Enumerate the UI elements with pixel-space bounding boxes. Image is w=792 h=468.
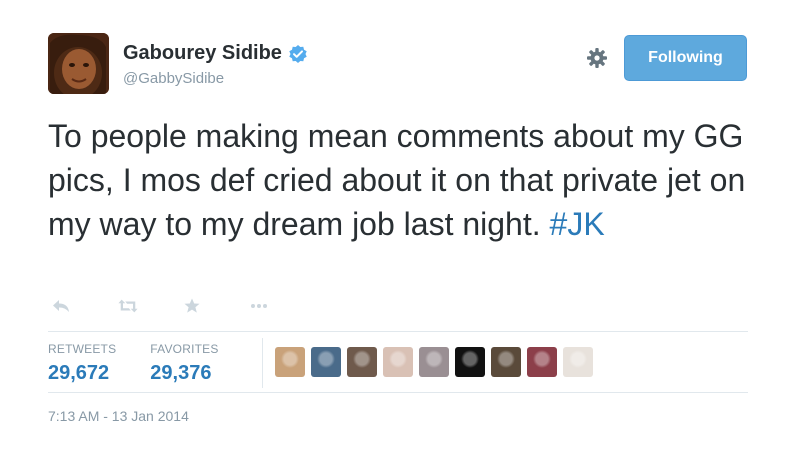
retweet-button[interactable] bbox=[118, 298, 138, 314]
stats-separator bbox=[262, 338, 263, 388]
verified-badge-icon bbox=[289, 44, 307, 63]
reply-button[interactable] bbox=[52, 298, 72, 314]
hashtag-link[interactable]: #JK bbox=[550, 206, 605, 242]
avatar-image bbox=[48, 33, 109, 94]
favorite-button[interactable] bbox=[184, 298, 204, 314]
retweets-label: RETWEETS bbox=[48, 342, 117, 356]
retweet-icon bbox=[118, 299, 138, 313]
favorite-icon bbox=[184, 298, 200, 313]
tweet-card: Gabourey Sidibe @GabbySidibe Following T… bbox=[0, 0, 792, 468]
name-row: Gabourey Sidibe bbox=[123, 42, 308, 65]
reply-icon bbox=[53, 300, 69, 312]
tweet-text: To people making mean comments about my … bbox=[48, 114, 768, 246]
favorites-count: 29,376 bbox=[150, 362, 212, 384]
favoriter-avatar[interactable] bbox=[491, 347, 521, 377]
timestamp[interactable]: 7:13 AM - 13 Jan 2014 bbox=[48, 408, 189, 424]
favoriter-avatar[interactable] bbox=[347, 347, 377, 377]
favoriter-avatar[interactable] bbox=[527, 347, 557, 377]
more-icon bbox=[251, 304, 267, 308]
favoriter-avatars bbox=[275, 347, 599, 377]
favorites-stat[interactable]: FAVORITES 29,376 bbox=[150, 342, 218, 385]
favoriter-avatar[interactable] bbox=[563, 347, 593, 377]
more-button[interactable] bbox=[250, 298, 270, 314]
divider-bottom bbox=[48, 392, 748, 393]
retweets-count: 29,672 bbox=[48, 362, 110, 384]
following-button[interactable]: Following bbox=[624, 35, 747, 81]
favorites-label: FAVORITES bbox=[150, 342, 219, 356]
tweet-stats: RETWEETS 29,672 FAVORITES 29,376 bbox=[48, 342, 253, 385]
favoriter-avatar[interactable] bbox=[383, 347, 413, 377]
tweet-body: To people making mean comments about my … bbox=[48, 118, 746, 242]
favoriter-avatar[interactable] bbox=[419, 347, 449, 377]
favoriter-avatar[interactable] bbox=[455, 347, 485, 377]
username-handle[interactable]: @GabbySidibe bbox=[123, 70, 224, 87]
favoriter-avatar[interactable] bbox=[275, 347, 305, 377]
favoriter-avatar[interactable] bbox=[311, 347, 341, 377]
divider-top bbox=[48, 331, 748, 332]
display-name[interactable]: Gabourey Sidibe bbox=[123, 42, 282, 65]
retweets-stat[interactable]: RETWEETS 29,672 bbox=[48, 342, 116, 385]
gear-icon[interactable] bbox=[586, 47, 608, 69]
avatar[interactable] bbox=[48, 33, 109, 94]
tweet-actions bbox=[52, 298, 316, 314]
